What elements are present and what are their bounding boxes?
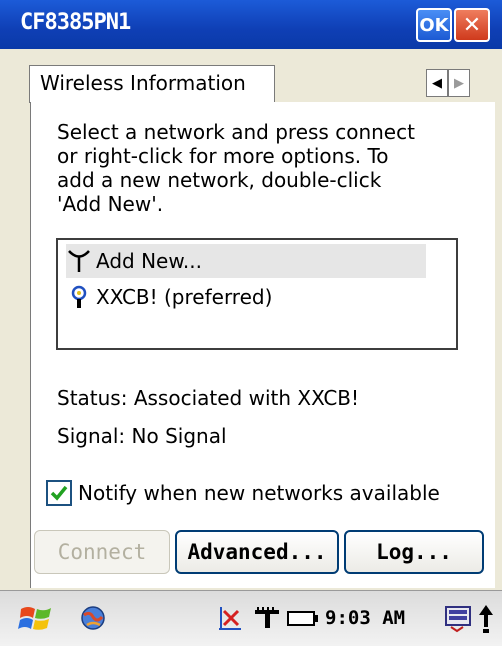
signal-icon[interactable] (252, 603, 282, 633)
triangle-right-icon: ▶ (454, 75, 464, 91)
checkmark-icon (50, 485, 68, 501)
signal-text: Signal: No Signal (57, 424, 227, 448)
window-title: CF8385PN1 (20, 10, 131, 35)
network-label: XXCB! (preferred) (96, 285, 273, 309)
title-bar: CF8385PN1 OK ✕ (0, 0, 502, 49)
battery-icon[interactable] (285, 603, 321, 633)
tab-wireless-information[interactable]: Wireless Information (29, 65, 275, 103)
connect-button[interactable]: Connect (34, 530, 170, 574)
taskbar: 9:03 AM (0, 590, 502, 646)
notify-label: Notify when new networks available (78, 481, 440, 505)
network-list[interactable]: Add New... XXCB! (preferred) (56, 238, 458, 350)
list-item-xxcb[interactable]: XXCB! (preferred) (66, 280, 272, 314)
ok-button[interactable]: OK (416, 8, 452, 42)
tab-scroll-left-button[interactable]: ◀ (426, 69, 448, 97)
log-button[interactable]: Log... (344, 530, 484, 574)
triangle-left-icon: ◀ (432, 75, 442, 91)
keyboard-icon[interactable] (443, 603, 473, 633)
advanced-button[interactable]: Advanced... (175, 530, 339, 574)
up-arrow-icon[interactable] (476, 603, 496, 635)
notify-checkbox[interactable] (46, 480, 72, 506)
tab-label: Wireless Information (40, 71, 246, 95)
instructions-text: Select a network and press connect or ri… (57, 120, 415, 216)
notify-checkbox-row[interactable]: Notify when new networks available (46, 480, 440, 506)
close-button[interactable]: ✕ (454, 8, 490, 42)
connection-error-icon[interactable] (215, 603, 245, 633)
dialog-window: CF8385PN1 OK ✕ Wireless Information ◀ ▶ … (0, 0, 502, 646)
list-item-add-new[interactable]: Add New... (66, 244, 426, 278)
antenna-icon (68, 250, 90, 272)
windows-start-icon[interactable] (18, 603, 54, 635)
tab-scroll-right-button[interactable]: ▶ (448, 69, 470, 97)
clock[interactable]: 9:03 AM (325, 607, 405, 629)
network-key-icon (71, 285, 87, 308)
network-globe-icon[interactable] (78, 603, 108, 633)
network-label: Add New... (96, 249, 202, 273)
status-text: Status: Associated with XXCB! (57, 386, 360, 410)
